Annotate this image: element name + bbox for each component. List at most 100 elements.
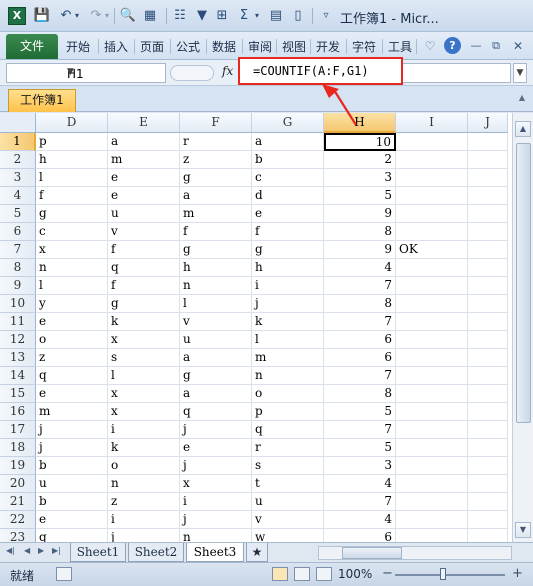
zoom-slider[interactable]	[395, 574, 505, 576]
vertical-scrollbar[interactable]: ▲ ▼	[512, 113, 533, 542]
cell-j13[interactable]	[468, 349, 508, 367]
cell-e10[interactable]: g	[108, 295, 180, 313]
cell-h23[interactable]: 6	[324, 529, 396, 542]
cell-g13[interactable]: m	[252, 349, 324, 367]
cell-g10[interactable]: j	[252, 295, 324, 313]
tab-review[interactable]: 审阅	[248, 38, 272, 55]
row-header-22[interactable]: 22	[0, 511, 36, 529]
cell-g9[interactable]: i	[252, 277, 324, 295]
cell-e5[interactable]: u	[108, 205, 180, 223]
cell-i8[interactable]	[396, 259, 468, 277]
cell-e21[interactable]: z	[108, 493, 180, 511]
column-header-g[interactable]: G	[252, 113, 324, 133]
tab-insert[interactable]: 插入	[104, 38, 128, 55]
cell-g7[interactable]: g	[252, 241, 324, 259]
cell-g17[interactable]: q	[252, 421, 324, 439]
cell-j21[interactable]	[468, 493, 508, 511]
cell-f12[interactable]: u	[180, 331, 252, 349]
close-icon[interactable]: ✕	[508, 36, 528, 56]
cell-i11[interactable]	[396, 313, 468, 331]
cell-f13[interactable]: a	[180, 349, 252, 367]
row-header-23[interactable]: 23	[0, 529, 36, 542]
page-break-icon[interactable]	[316, 567, 332, 581]
row-header-15[interactable]: 15	[0, 385, 36, 403]
cell-g14[interactable]: n	[252, 367, 324, 385]
cell-f2[interactable]: z	[180, 151, 252, 169]
cell-e14[interactable]: l	[108, 367, 180, 385]
cell-h2[interactable]: 2	[324, 151, 396, 169]
cell-j3[interactable]	[468, 169, 508, 187]
column-header-d[interactable]: D	[36, 113, 108, 133]
cell-e16[interactable]: x	[108, 403, 180, 421]
cell-g18[interactable]: r	[252, 439, 324, 457]
cell-h10[interactable]: 8	[324, 295, 396, 313]
cell-i20[interactable]	[396, 475, 468, 493]
cell-j14[interactable]	[468, 367, 508, 385]
tab-developer[interactable]: 开发	[316, 38, 340, 55]
cell-f18[interactable]: e	[180, 439, 252, 457]
cell-f17[interactable]: j	[180, 421, 252, 439]
cell-g6[interactable]: f	[252, 223, 324, 241]
cell-d12[interactable]: o	[36, 331, 108, 349]
last-sheet-icon[interactable]: ▶|	[52, 546, 61, 555]
cell-j1[interactable]	[468, 133, 508, 151]
next-sheet-icon[interactable]: ▶	[38, 546, 44, 555]
calculator-icon[interactable]: ☷	[170, 6, 190, 26]
cell-j9[interactable]	[468, 277, 508, 295]
prev-sheet-icon[interactable]: ◀	[24, 546, 30, 555]
print-preview-icon[interactable]: 🔍	[118, 6, 138, 26]
cell-e8[interactable]: q	[108, 259, 180, 277]
name-box[interactable]: H1 ▼	[6, 63, 166, 83]
scroll-down-icon[interactable]: ▼	[515, 522, 531, 538]
cell-e9[interactable]: f	[108, 277, 180, 295]
cell-f19[interactable]: j	[180, 457, 252, 475]
formula-input[interactable]: =COUNTIF(A:F,G1)	[238, 57, 403, 85]
chevron-down-icon[interactable]: ▼	[67, 67, 161, 77]
row-header-16[interactable]: 16	[0, 403, 36, 421]
cell-i19[interactable]	[396, 457, 468, 475]
tab-home[interactable]: 开始	[66, 38, 90, 55]
undo-dropdown-icon[interactable]: ▾	[72, 6, 82, 26]
cell-h12[interactable]: 6	[324, 331, 396, 349]
cell-j12[interactable]	[468, 331, 508, 349]
cell-h18[interactable]: 5	[324, 439, 396, 457]
cell-f16[interactable]: q	[180, 403, 252, 421]
cell-i10[interactable]	[396, 295, 468, 313]
zoom-slider-knob[interactable]	[440, 568, 446, 580]
cell-f11[interactable]: v	[180, 313, 252, 331]
save-icon[interactable]: 💾	[32, 6, 52, 26]
align-icon[interactable]: ▤	[266, 6, 286, 26]
cell-d6[interactable]: c	[36, 223, 108, 241]
customize-icon[interactable]: ▿	[316, 6, 336, 26]
cell-h16[interactable]: 5	[324, 403, 396, 421]
cell-g15[interactable]: o	[252, 385, 324, 403]
cell-f22[interactable]: j	[180, 511, 252, 529]
cell-d1[interactable]: p	[36, 133, 108, 151]
cell-e17[interactable]: i	[108, 421, 180, 439]
cell-d5[interactable]: g	[36, 205, 108, 223]
cell-e22[interactable]: i	[108, 511, 180, 529]
cell-h9[interactable]: 7	[324, 277, 396, 295]
cell-j5[interactable]	[468, 205, 508, 223]
tab-view[interactable]: 视图	[282, 38, 306, 55]
heart-icon[interactable]: ♡	[420, 36, 440, 56]
format-icon[interactable]: ▦	[140, 6, 160, 26]
restore-icon[interactable]: ⧉	[486, 36, 506, 56]
cell-h15[interactable]: 8	[324, 385, 396, 403]
zoom-in-icon[interactable]: +	[512, 566, 523, 581]
sum-dropdown-icon[interactable]: ▾	[252, 6, 262, 26]
row-header-19[interactable]: 19	[0, 457, 36, 475]
tab-data[interactable]: 数据	[212, 38, 236, 55]
zoom-level[interactable]: 100%	[338, 567, 372, 581]
cell-i7[interactable]: OK	[396, 241, 468, 259]
spreadsheet-grid[interactable]: D E F G H I J 1 p a r a 10 2 h m z b 2 3 l e g c 3 4 f e a d 5 5 g u m e 9 6 c…	[0, 113, 512, 542]
cell-i15[interactable]	[396, 385, 468, 403]
cell-h17[interactable]: 7	[324, 421, 396, 439]
cell-h6[interactable]: 8	[324, 223, 396, 241]
row-header-6[interactable]: 6	[0, 223, 36, 241]
cell-g2[interactable]: b	[252, 151, 324, 169]
tab-file[interactable]: 文件	[6, 34, 58, 59]
cell-h19[interactable]: 3	[324, 457, 396, 475]
tab-page[interactable]: 页面	[140, 38, 164, 55]
cell-i16[interactable]	[396, 403, 468, 421]
